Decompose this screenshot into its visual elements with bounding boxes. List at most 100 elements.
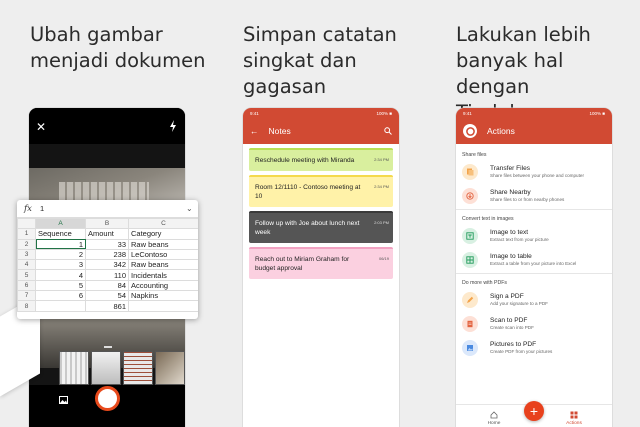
action-transfer-files[interactable]: Transfer Files Share files between your … — [456, 161, 612, 185]
note-time: 06/19 — [378, 256, 389, 261]
cell[interactable]: Raw beans — [128, 259, 198, 271]
section-header: Do more with PDFs — [456, 273, 612, 289]
row-header[interactable]: 7 — [17, 290, 36, 302]
column-header[interactable]: C — [128, 217, 198, 230]
close-icon[interactable]: ✕ — [36, 120, 46, 134]
note-text: Room 12/1110 - Contoso meeting at 10 — [255, 184, 361, 200]
action-description: Add your signature to a PDF — [490, 301, 548, 306]
nav-actions[interactable]: Actions — [562, 411, 586, 426]
action-description: Extract a table from your picture into E… — [490, 261, 577, 266]
row-header[interactable]: 3 — [17, 248, 36, 261]
thumbnail[interactable] — [91, 351, 121, 385]
nav-home[interactable]: Home — [484, 411, 504, 426]
status-battery: 100% ■ — [589, 111, 605, 116]
action-description: Extract text from your picture — [490, 237, 549, 242]
cell[interactable]: 238 — [85, 248, 129, 261]
pen-icon — [462, 292, 478, 308]
thumbnail[interactable] — [59, 351, 89, 385]
status-time: 9:41 — [250, 111, 259, 116]
phone-notes: 9:41 100% ■ ← Notes Reschedule meeting w… — [243, 108, 399, 427]
table-row: 4 3 342 Raw beans — [17, 259, 198, 271]
formula-bar: fx 1 ⌄ — [17, 200, 198, 218]
cell[interactable]: Amount — [85, 228, 129, 240]
spreadsheet-grid: A B C 1 Sequence Amount Category 2 1 33 … — [17, 217, 198, 312]
cell[interactable]: Napkins — [128, 290, 198, 302]
cell[interactable]: 2 — [35, 248, 86, 261]
note-text: Reach out to Miriam Graham for budget ap… — [255, 256, 350, 272]
cell[interactable]: 5 — [35, 279, 86, 292]
note-time: 2:03 PM — [374, 220, 389, 225]
cell[interactable]: Incidentals — [128, 269, 198, 281]
shutter-button[interactable] — [95, 386, 120, 411]
thumbnail-strip — [59, 351, 185, 385]
cell[interactable]: 3 — [35, 259, 86, 271]
cell[interactable]: Accounting — [128, 279, 198, 292]
actions-app-bar: Actions — [456, 118, 612, 144]
note-card[interactable]: Reschedule meeting with Miranda 2:34 PM — [249, 148, 393, 171]
row-header[interactable]: 5 — [17, 269, 36, 281]
drag-handle[interactable] — [104, 346, 112, 348]
column-header-row: A B C — [17, 217, 198, 230]
note-time: 2:34 PM — [374, 184, 389, 189]
cell[interactable]: Sequence — [35, 228, 86, 240]
cell[interactable]: 84 — [85, 279, 129, 292]
cell[interactable]: 6 — [35, 290, 86, 302]
cell[interactable]: LeContoso — [128, 248, 198, 261]
cell[interactable]: 33 — [85, 238, 129, 250]
add-button[interactable]: + — [524, 401, 544, 421]
cell[interactable]: 4 — [35, 269, 86, 281]
home-icon — [490, 411, 498, 419]
nav-label: Home — [487, 421, 501, 426]
thumbnail[interactable] — [123, 351, 153, 385]
column-header[interactable]: B — [85, 217, 129, 230]
cell[interactable]: 342 — [85, 259, 129, 271]
thumbnail[interactable] — [155, 351, 185, 385]
status-time: 9:41 — [463, 111, 472, 116]
corner-cell[interactable] — [17, 217, 36, 230]
search-icon[interactable] — [384, 127, 392, 135]
avatar[interactable] — [463, 124, 477, 138]
action-image-to-table[interactable]: Image to table Extract a table from your… — [456, 249, 612, 273]
cell-selected[interactable]: 1 — [35, 238, 86, 250]
spreadsheet-card: fx 1 ⌄ A B C 1 Sequence Amount Category … — [17, 200, 198, 319]
action-title: Pictures to PDF — [490, 341, 537, 348]
row-header[interactable]: 1 — [17, 228, 36, 240]
cell[interactable] — [35, 300, 86, 312]
action-title: Share Nearby — [490, 189, 531, 196]
cell[interactable] — [128, 300, 198, 312]
note-card[interactable]: Room 12/1110 - Contoso meeting at 10 2:3… — [249, 175, 393, 207]
action-sign-pdf[interactable]: Sign a PDF Add your signature to a PDF — [456, 289, 612, 313]
action-title: Image to text — [490, 229, 529, 236]
cell[interactable]: Category — [128, 228, 198, 240]
row-header[interactable]: 6 — [17, 279, 36, 292]
action-image-to-text[interactable]: Image to text Extract text from your pic… — [456, 225, 612, 249]
cell[interactable]: Raw beans — [128, 238, 198, 250]
cell[interactable]: 110 — [85, 269, 129, 281]
row-header[interactable]: 4 — [17, 259, 36, 271]
note-card[interactable]: Follow up with Joe about lunch next week… — [249, 211, 393, 243]
action-description: Create scan into PDF — [490, 325, 534, 330]
action-title: Scan to PDF — [490, 317, 528, 324]
section-header: Convert text in images — [456, 209, 612, 225]
note-text: Follow up with Joe about lunch next week — [255, 220, 360, 236]
table-row: 5 4 110 Incidentals — [17, 269, 198, 281]
cell[interactable]: 861 — [85, 300, 129, 312]
actions-grid-icon — [570, 411, 578, 419]
gallery-icon[interactable] — [59, 396, 68, 404]
row-header[interactable]: 2 — [17, 238, 36, 250]
note-text: Reschedule meeting with Miranda — [255, 157, 355, 164]
chevron-down-icon[interactable]: ⌄ — [186, 204, 198, 213]
table-row: 7 6 54 Napkins — [17, 290, 198, 302]
action-share-nearby[interactable]: Share Nearby Share files to or from near… — [456, 185, 612, 209]
row-header[interactable]: 8 — [17, 300, 36, 312]
formula-input[interactable]: 1 — [40, 204, 186, 213]
note-card[interactable]: Reach out to Miriam Graham for budget ap… — [249, 247, 393, 279]
action-pictures-to-pdf[interactable]: Pictures to PDF Create PDF from your pic… — [456, 337, 612, 361]
cell[interactable]: 54 — [85, 290, 129, 302]
action-scan-to-pdf[interactable]: Scan to PDF Create scan into PDF — [456, 313, 612, 337]
image-to-text-icon — [462, 228, 478, 244]
column-header[interactable]: A — [35, 217, 86, 230]
flash-icon[interactable] — [169, 120, 177, 132]
office-logo-icon — [465, 126, 475, 136]
back-arrow-icon[interactable]: ← — [250, 126, 259, 136]
